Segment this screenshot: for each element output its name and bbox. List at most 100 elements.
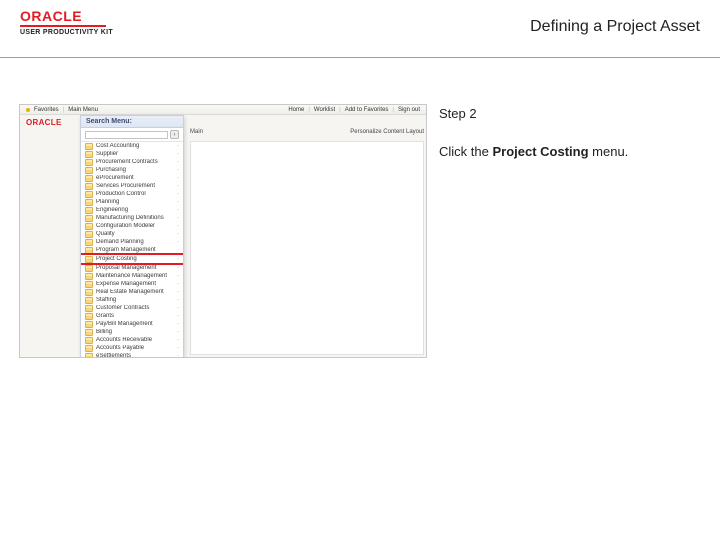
header-divider <box>0 57 720 58</box>
menu-item-label: Purchasing <box>96 167 174 173</box>
folder-icon <box>85 345 93 352</box>
brand-logo: ORACLE USER PRODUCTIVITY KIT <box>20 8 113 36</box>
menu-item-label: Supplier <box>96 151 174 157</box>
folder-icon <box>85 175 93 182</box>
menu-item[interactable]: Accounts Payable· <box>81 344 183 352</box>
menu-item-label: Accounts Receivable <box>96 337 174 343</box>
menu-search-input[interactable] <box>85 131 168 139</box>
chevron-right-icon: · <box>177 175 179 181</box>
menu-item[interactable]: Proposal Management· <box>81 264 183 272</box>
instruction-pane: Step 2 Click the Project Costing menu. <box>439 104 709 358</box>
menu-item-label: Planning <box>96 199 174 205</box>
menu-item[interactable]: Services Procurement· <box>81 182 183 190</box>
step-label: Step 2 <box>439 104 709 124</box>
menu-item[interactable]: Customer Contracts· <box>81 304 183 312</box>
main-menu-flyout: Search Menu: › Cost Accounting·Supplier·… <box>80 115 184 358</box>
menu-item[interactable]: eProcurement· <box>81 174 183 182</box>
topbar-worklist[interactable]: Worklist <box>314 107 335 113</box>
menu-item[interactable]: Accounts Receivable· <box>81 336 183 344</box>
chevron-right-icon: · <box>177 313 179 319</box>
folder-icon <box>85 143 93 150</box>
menu-item[interactable]: Grants· <box>81 312 183 320</box>
menu-item[interactable]: Quality· <box>81 230 183 238</box>
topbar-favorites[interactable]: Favorites <box>34 107 59 113</box>
menu-search-go-button[interactable]: › <box>170 130 179 139</box>
menu-item[interactable]: Expense Management· <box>81 280 183 288</box>
topbar-signout[interactable]: Sign out <box>398 107 420 113</box>
divider: | <box>339 107 341 113</box>
folder-icon <box>85 207 93 214</box>
folder-icon <box>85 265 93 272</box>
chevron-right-icon: · <box>177 143 179 149</box>
menu-item[interactable]: Billing· <box>81 328 183 336</box>
folder-icon <box>85 151 93 158</box>
menu-item-label: Grants <box>96 313 174 319</box>
menu-item[interactable]: Demand Planning· <box>81 238 183 246</box>
menu-item[interactable]: Supplier· <box>81 150 183 158</box>
chevron-right-icon: · <box>177 231 179 237</box>
topbar-add-favorites[interactable]: Add to Favorites <box>345 107 389 113</box>
brand-logo-rule <box>20 25 106 27</box>
menu-item-label: Pay/Bill Management <box>96 321 174 327</box>
menu-item[interactable]: Purchasing· <box>81 166 183 174</box>
chevron-right-icon: · <box>177 353 179 358</box>
menu-item[interactable]: Procurement Contracts· <box>81 158 183 166</box>
folder-icon <box>85 191 93 198</box>
menu-item[interactable]: Cost Accounting· <box>81 142 183 150</box>
chevron-right-icon: · <box>177 159 179 165</box>
folder-icon <box>85 239 93 246</box>
menu-item[interactable]: Manufacturing Definitions· <box>81 214 183 222</box>
menu-item-label: Maintenance Management <box>96 273 174 279</box>
menu-item[interactable]: Pay/Bill Management· <box>81 320 183 328</box>
menu-item[interactable]: Engineering· <box>81 206 183 214</box>
content-row: Favorites | Main Menu Home | Worklist | … <box>0 104 720 358</box>
menu-item-label: eSettlements <box>96 353 174 358</box>
menu-item[interactable]: Planning· <box>81 198 183 206</box>
brand-logo-sub: USER PRODUCTIVITY KIT <box>20 29 113 36</box>
menu-item-label: Configuration Modeler <box>96 223 174 229</box>
folder-icon <box>85 167 93 174</box>
menu-item[interactable]: Maintenance Management· <box>81 272 183 280</box>
menu-item-label: Manufacturing Definitions <box>96 215 174 221</box>
chevron-right-icon: · <box>177 207 179 213</box>
chevron-right-icon: · <box>177 215 179 221</box>
menu-item[interactable]: Real Estate Management· <box>81 288 183 296</box>
folder-icon <box>85 256 93 263</box>
chevron-right-icon: · <box>177 321 179 327</box>
divider: | <box>392 107 394 113</box>
menu-item[interactable]: Production Control· <box>81 190 183 198</box>
menu-items-list: Cost Accounting·Supplier·Procurement Con… <box>81 142 183 358</box>
menu-item[interactable]: eSettlements· <box>81 352 183 358</box>
instruction-bold: Project Costing <box>492 144 588 159</box>
menu-item-label: eProcurement <box>96 175 174 181</box>
instruction-pre: Click the <box>439 144 492 159</box>
chevron-right-icon: · <box>177 256 179 262</box>
instruction-text: Click the Project Costing menu. <box>439 142 709 162</box>
folder-icon <box>85 273 93 280</box>
breadcrumb-right[interactable]: Personalize Content Layout <box>350 129 424 135</box>
menu-item[interactable]: Configuration Modeler· <box>81 222 183 230</box>
chevron-right-icon: · <box>177 265 179 271</box>
topbar-main-menu[interactable]: Main Menu <box>68 107 98 113</box>
menu-search-row: › <box>81 128 183 142</box>
menu-item-label: Project Costing <box>96 256 174 262</box>
menu-item-label: Services Procurement <box>96 183 174 189</box>
menu-item[interactable]: Staffing· <box>81 296 183 304</box>
folder-icon <box>85 313 93 320</box>
folder-icon <box>85 281 93 288</box>
divider: | <box>308 107 310 113</box>
chevron-right-icon: · <box>177 151 179 157</box>
menu-item-label: Real Estate Management <box>96 289 174 295</box>
chevron-right-icon: · <box>177 239 179 245</box>
folder-icon <box>85 329 93 336</box>
favorite-icon <box>26 108 30 112</box>
menu-item-label: Production Control <box>96 191 174 197</box>
chevron-right-icon: · <box>177 183 179 189</box>
menu-item-label: Engineering <box>96 207 174 213</box>
chevron-right-icon: · <box>177 305 179 311</box>
menu-item-label: Demand Planning <box>96 239 174 245</box>
topbar-home[interactable]: Home <box>288 107 304 113</box>
app-screenshot: Favorites | Main Menu Home | Worklist | … <box>19 104 427 358</box>
menu-item-label: Customer Contracts <box>96 305 174 311</box>
chevron-right-icon: · <box>177 289 179 295</box>
